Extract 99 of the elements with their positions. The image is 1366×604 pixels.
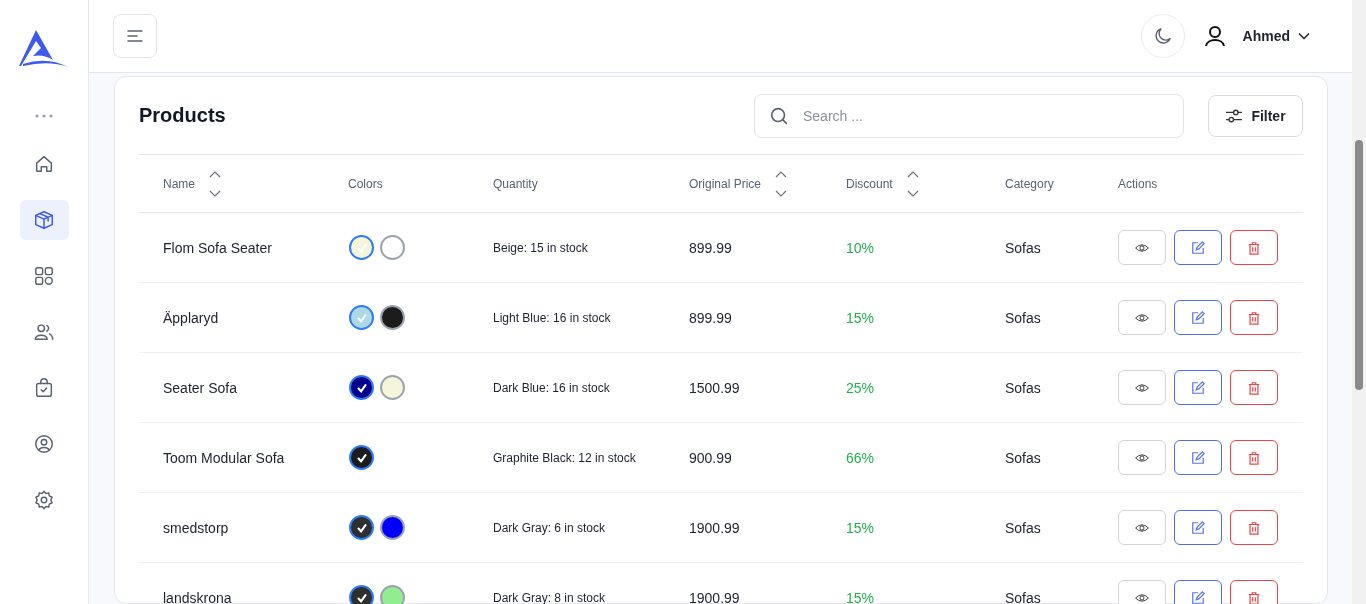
color-swatch[interactable] xyxy=(380,235,405,260)
discount-text: 15% xyxy=(846,519,875,536)
discount-text: 10% xyxy=(846,239,875,256)
stock-text: Beige: 15 in stock xyxy=(493,240,588,255)
category-text: Sofas xyxy=(1005,519,1041,536)
edit-button[interactable] xyxy=(1174,230,1222,265)
page-title: Products xyxy=(139,104,227,127)
dark-mode-button[interactable] xyxy=(1140,14,1185,58)
delete-button[interactable] xyxy=(1230,370,1278,405)
color-swatch[interactable] xyxy=(349,305,374,330)
product-name: landskrona xyxy=(163,589,232,604)
stock-text: Light Blue: 16 in stock xyxy=(493,310,611,325)
edit-icon xyxy=(1191,590,1205,604)
price-text: 899.99 xyxy=(689,309,732,326)
stock-text: Dark Gray: 6 in stock xyxy=(493,520,606,535)
home-icon xyxy=(33,153,55,175)
price-text: 1900.99 xyxy=(689,519,740,536)
menu-icon xyxy=(127,30,143,42)
category-text: Sofas xyxy=(1005,449,1041,466)
delete-button[interactable] xyxy=(1230,300,1278,335)
search-field[interactable]: Search ... xyxy=(754,93,1184,138)
discount-text: 66% xyxy=(846,449,875,466)
discount-text: 15% xyxy=(846,309,875,326)
column-header: Actions xyxy=(1118,176,1158,191)
product-name: smedstorp xyxy=(163,519,229,536)
column-header: Discount xyxy=(846,176,893,191)
product-name: Seater Sofa xyxy=(163,379,237,396)
color-swatch[interactable] xyxy=(349,445,374,470)
category-text: Sofas xyxy=(1005,589,1041,604)
sort-icon[interactable] xyxy=(775,170,788,197)
price-text: 899.99 xyxy=(689,239,732,256)
view-button[interactable] xyxy=(1118,440,1166,475)
more-icon xyxy=(35,114,53,118)
color-swatch[interactable] xyxy=(380,375,405,400)
discount-text: 25% xyxy=(846,379,875,396)
trash-icon xyxy=(1247,520,1261,535)
edit-icon xyxy=(1191,520,1205,535)
users-icon xyxy=(33,321,55,343)
edit-icon xyxy=(1191,380,1205,395)
category-text: Sofas xyxy=(1005,379,1041,396)
product-name: Flom Sofa Seater xyxy=(163,239,272,256)
price-text: 1900.99 xyxy=(689,589,740,604)
price-text: 900.99 xyxy=(689,449,732,466)
delete-button[interactable] xyxy=(1230,230,1278,265)
delete-button[interactable] xyxy=(1230,440,1278,475)
gear-icon xyxy=(33,489,55,511)
sidebar-box-item[interactable] xyxy=(19,200,69,240)
category-text: Sofas xyxy=(1005,239,1041,256)
color-swatch[interactable] xyxy=(349,375,374,400)
grid-icon xyxy=(33,265,55,287)
user-icon xyxy=(1202,24,1227,48)
price-text: 1500.99 xyxy=(689,379,740,396)
scrollbar[interactable] xyxy=(1352,0,1366,604)
logo-icon xyxy=(19,30,69,68)
edit-icon xyxy=(1191,450,1205,465)
color-swatch[interactable] xyxy=(349,585,374,604)
column-header: Name xyxy=(163,176,195,191)
color-swatch[interactable] xyxy=(380,585,405,604)
user-menu-button[interactable]: Ahmed xyxy=(1242,28,1310,44)
column-header: Original Price xyxy=(689,176,762,191)
edit-button[interactable] xyxy=(1174,300,1222,335)
color-swatch[interactable] xyxy=(349,515,374,540)
view-button[interactable] xyxy=(1118,300,1166,335)
edit-icon xyxy=(1191,240,1205,255)
color-swatch[interactable] xyxy=(380,515,405,540)
trash-icon xyxy=(1247,310,1261,325)
column-header: Quantity xyxy=(493,176,538,191)
bag-icon xyxy=(33,377,55,399)
view-button[interactable] xyxy=(1118,370,1166,405)
box-icon xyxy=(33,209,55,231)
stock-text: Dark Blue: 16 in stock xyxy=(493,380,610,395)
product-name: Toom Modular Sofa xyxy=(163,449,285,466)
discount-text: 15% xyxy=(846,589,875,604)
menu-button[interactable] xyxy=(113,14,157,58)
color-swatch[interactable] xyxy=(380,305,405,330)
sort-icon[interactable] xyxy=(906,170,919,197)
category-text: Sofas xyxy=(1005,309,1041,326)
user-icon xyxy=(33,433,55,455)
trash-icon xyxy=(1247,450,1261,465)
chevron-down-icon xyxy=(1298,32,1310,40)
trash-icon xyxy=(1247,240,1261,255)
edit-button[interactable] xyxy=(1174,370,1222,405)
filter-button[interactable]: Filter xyxy=(1208,94,1303,137)
column-header: Category xyxy=(1005,176,1054,191)
sliders-icon xyxy=(1225,107,1244,124)
trash-icon xyxy=(1247,590,1261,604)
column-header: Colors xyxy=(348,176,383,191)
edit-button[interactable] xyxy=(1174,510,1222,545)
trash-icon xyxy=(1247,380,1261,395)
edit-icon xyxy=(1191,310,1205,325)
stock-text: Graphite Black: 12 in stock xyxy=(493,450,636,465)
edit-button[interactable] xyxy=(1174,440,1222,475)
view-button[interactable] xyxy=(1118,510,1166,545)
color-swatch[interactable] xyxy=(349,235,374,260)
product-name: Äpplaryd xyxy=(163,309,219,326)
view-button[interactable] xyxy=(1118,230,1166,265)
delete-button[interactable] xyxy=(1230,510,1278,545)
stock-text: Dark Gray: 8 in stock xyxy=(493,590,606,604)
sort-icon[interactable] xyxy=(209,170,221,197)
